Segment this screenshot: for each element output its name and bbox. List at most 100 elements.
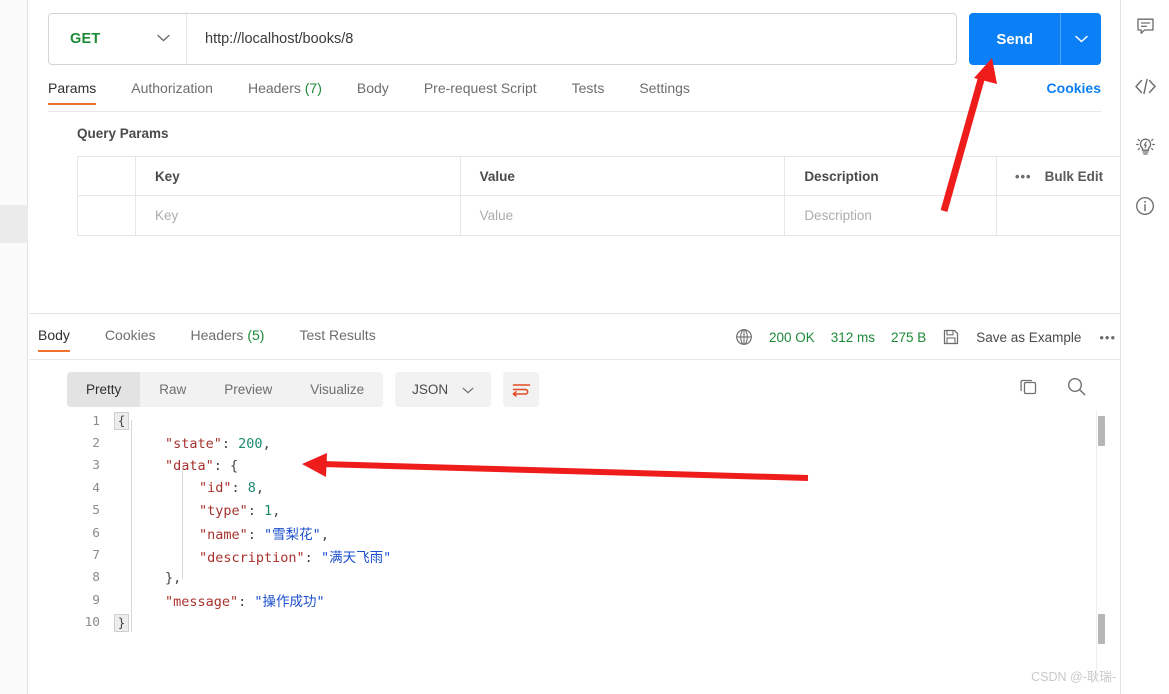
comment-icon[interactable] [1133, 14, 1157, 38]
request-tab-tests[interactable]: Tests [572, 80, 605, 105]
header-key: Key [136, 157, 461, 195]
response-tab-bar: Body Cookies Headers (5) Test Results [38, 327, 411, 352]
line-number: 4 [92, 480, 100, 496]
response-tab-cookies[interactable]: Cookies [105, 327, 156, 352]
http-method-select[interactable]: GET [49, 14, 187, 64]
request-tab-headers[interactable]: Headers (7) [248, 80, 322, 105]
scrollbar-thumb-bottom [1098, 614, 1105, 644]
info-icon[interactable] [1133, 194, 1157, 218]
line-number: 1 [92, 413, 100, 429]
line-number: 7 [92, 548, 100, 564]
line-number: 6 [92, 525, 100, 541]
globe-icon [735, 328, 753, 346]
code-line: 4 "id": 8, [67, 477, 1120, 499]
view-mode-segmented-control: Pretty Raw Preview Visualize [67, 372, 384, 407]
view-mode-raw[interactable]: Raw [140, 372, 205, 407]
language-select[interactable]: JSON [395, 372, 492, 407]
response-section-divider [29, 313, 1120, 314]
code-text: }, [165, 569, 182, 586]
response-tab-divider [29, 359, 1120, 360]
code-line: 9 "message": "操作成功" [67, 589, 1120, 611]
code-text: "description": "满天飞雨" [199, 549, 392, 566]
language-label: JSON [412, 382, 449, 397]
code-text: "data": { [165, 457, 239, 474]
sidebar-resize-handle[interactable] [0, 205, 28, 243]
code-line: 6 "name": "雪梨花", [67, 522, 1120, 544]
response-body-tools [1018, 376, 1113, 397]
headers-count-badge: (7) [304, 80, 322, 96]
request-tab-authorization[interactable]: Authorization [131, 80, 213, 105]
fold-marker [113, 432, 131, 454]
request-tab-body[interactable]: Body [357, 80, 389, 105]
fold-marker[interactable]: { [113, 410, 131, 432]
response-status-bar: 200 OK 312 ms 275 B Save as Example ••• [719, 328, 1120, 346]
code-icon[interactable] [1133, 74, 1157, 98]
code-line: 5 "type": 1, [67, 500, 1120, 522]
watermark: CSDN @-耿瑞- [1031, 670, 1116, 684]
table-row[interactable]: Key Value Description [78, 196, 1121, 235]
request-tab-params[interactable]: Params [48, 80, 97, 105]
response-tab-body[interactable]: Body [38, 327, 70, 352]
code-text: "state": 200, [165, 435, 271, 452]
request-tab-settings[interactable]: Settings [639, 80, 690, 105]
code-line: 3 "data": { [67, 455, 1120, 477]
header-actions: ••• Bulk Edit [997, 157, 1121, 195]
word-wrap-icon [512, 383, 530, 397]
view-mode-visualize[interactable]: Visualize [291, 372, 383, 407]
view-mode-pretty[interactable]: Pretty [67, 372, 141, 407]
word-wrap-button[interactable] [503, 372, 540, 407]
code-line: 8 }, [67, 567, 1120, 589]
table-header-row: Key Value Description ••• Bulk Edit [78, 157, 1121, 196]
response-tab-headers[interactable]: Headers (5) [191, 327, 265, 352]
row-checkbox-cell[interactable] [78, 196, 136, 235]
header-description: Description [785, 157, 998, 195]
copy-icon[interactable] [1018, 376, 1039, 397]
row-description-input[interactable]: Description [785, 196, 998, 235]
code-vertical-scrollbar[interactable] [1096, 410, 1105, 680]
line-number: 9 [92, 592, 100, 608]
bulk-edit-button[interactable]: Bulk Edit [1045, 169, 1104, 184]
postman-window: GET Send Params Authorization Headers (7… [0, 0, 1169, 694]
header-checkbox-cell [78, 157, 136, 195]
send-options-chevron-icon[interactable] [1060, 13, 1101, 65]
request-tab-bar: Params Authorization Headers (7) Body Pr… [48, 80, 1101, 112]
response-view-toolbar: Pretty Raw Preview Visualize JSON [67, 372, 540, 407]
fold-marker [113, 522, 131, 544]
response-tab-test-results[interactable]: Test Results [299, 327, 375, 352]
response-headers-count-badge: (5) [247, 327, 265, 343]
code-line: 2 "state": 200, [67, 432, 1120, 454]
save-as-example-button[interactable]: Save as Example [976, 330, 1081, 345]
code-line: 10 } [67, 612, 1120, 634]
row-actions [997, 196, 1121, 235]
row-value-input[interactable]: Value [461, 196, 786, 235]
code-line: 7 "description": "满天飞雨" [67, 544, 1120, 566]
request-url-bar: GET Send [48, 13, 1101, 65]
fold-marker[interactable]: } [113, 612, 131, 634]
url-input[interactable] [187, 14, 957, 64]
cookies-link[interactable]: Cookies [1047, 80, 1101, 96]
lightbulb-icon[interactable] [1133, 134, 1157, 158]
code-line: 1 { [67, 410, 1120, 432]
response-more-options-icon[interactable]: ••• [1099, 330, 1116, 345]
query-params-table: Key Value Description ••• Bulk Edit Key … [77, 156, 1121, 236]
http-method-label: GET [70, 31, 101, 47]
send-button-group[interactable]: Send [969, 13, 1101, 65]
query-params-title: Query Params [77, 126, 169, 141]
fold-marker [113, 477, 131, 499]
row-key-input[interactable]: Key [136, 196, 461, 235]
view-mode-preview[interactable]: Preview [205, 372, 291, 407]
line-number: 10 [84, 615, 100, 631]
more-options-icon[interactable]: ••• [1015, 169, 1032, 184]
fold-marker [113, 567, 131, 589]
fold-marker [113, 544, 131, 566]
url-box: GET [48, 13, 958, 65]
request-tab-prerequest-script[interactable]: Pre-request Script [424, 80, 537, 105]
line-number: 2 [92, 436, 100, 452]
response-body-code[interactable]: 1 { 2 "state": 200, 3 "data": { 4 "id": … [67, 410, 1120, 694]
send-button[interactable]: Send [969, 13, 1060, 65]
response-size-text: 275 B [891, 329, 927, 345]
line-number: 5 [92, 503, 100, 519]
search-icon[interactable] [1066, 376, 1087, 397]
chevron-down-icon [157, 34, 170, 45]
save-icon[interactable] [942, 328, 960, 346]
